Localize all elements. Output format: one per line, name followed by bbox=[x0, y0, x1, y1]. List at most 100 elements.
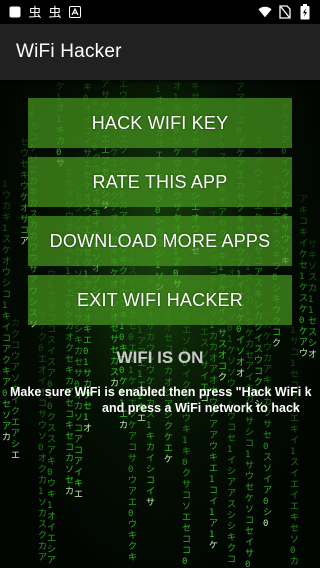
matrix-glyph: イ bbox=[146, 487, 155, 497]
notification-square-icon bbox=[8, 5, 22, 19]
matrix-glyph: シ bbox=[227, 467, 236, 477]
app-screen: 虫 虫 WiFi Hacker 1ウカキ1スケオウシコ1キイコアクキア0 セ ソ… bbox=[0, 0, 320, 568]
matrix-glyph: カ bbox=[308, 283, 317, 294]
matrix-glyph: ソ bbox=[182, 502, 191, 512]
matrix-glyph: 1 bbox=[38, 487, 43, 497]
hack-wifi-key-button[interactable]: HACK WIFI KEY bbox=[28, 98, 292, 148]
matrix-glyph: イ bbox=[146, 454, 155, 464]
matrix-glyph: エ bbox=[47, 534, 56, 544]
matrix-glyph: イ bbox=[74, 468, 83, 478]
matrix-glyph: セ bbox=[65, 431, 74, 442]
matrix-glyph: キ bbox=[2, 312, 11, 322]
download-more-apps-button[interactable]: DOWNLOAD MORE APPS bbox=[28, 216, 292, 266]
matrix-glyph: ケ bbox=[299, 282, 308, 293]
matrix-glyph: イ bbox=[290, 491, 299, 501]
matrix-glyph: コ bbox=[254, 367, 263, 377]
matrix-glyph: ス bbox=[110, 368, 119, 378]
matrix-glyph: エ bbox=[128, 498, 137, 508]
matrix-glyph: セ bbox=[290, 523, 299, 534]
status-bar-right bbox=[258, 4, 312, 20]
matrix-glyph: キ bbox=[290, 513, 299, 523]
matrix-glyph: セ bbox=[263, 430, 272, 441]
matrix-glyph: コ bbox=[182, 546, 191, 556]
matrix-glyph: オ bbox=[38, 453, 47, 464]
instructions-text: Make sure WiFi is enabled then press "Ha… bbox=[10, 384, 320, 416]
matrix-glyph: シ bbox=[74, 325, 83, 335]
matrix-glyph: エ bbox=[164, 444, 173, 454]
matrix-glyph: ウ bbox=[38, 420, 47, 431]
app-title: WiFi Hacker bbox=[16, 41, 122, 62]
matrix-glyph: ウ bbox=[245, 471, 254, 482]
matrix-glyph: サ bbox=[245, 416, 254, 427]
matrix-glyph: 1 bbox=[245, 450, 250, 460]
matrix-glyph: ケ bbox=[164, 432, 173, 443]
matrix-glyph: エ bbox=[290, 502, 299, 512]
matrix-glyph: イ bbox=[2, 323, 11, 333]
matrix-glyph: サ bbox=[155, 80, 164, 84]
matrix-glyph: ア bbox=[263, 486, 272, 496]
matrix-glyph: キ bbox=[290, 425, 299, 435]
app-a-icon bbox=[68, 5, 82, 19]
matrix-glyph: コ bbox=[227, 555, 236, 565]
matrix-glyph: カ bbox=[65, 486, 74, 497]
matrix-glyph: サ bbox=[110, 334, 119, 345]
rate-app-button[interactable]: RATE THIS APP bbox=[28, 157, 292, 207]
svg-text:虫: 虫 bbox=[28, 6, 41, 19]
matrix-glyph: ア bbox=[137, 337, 146, 347]
matrix-glyph: エ bbox=[209, 464, 218, 474]
matrix-glyph: キ bbox=[47, 490, 56, 500]
matrix-glyph: コ bbox=[2, 290, 11, 300]
matrix-glyph: コ bbox=[65, 443, 74, 453]
matrix-glyph: イ bbox=[254, 334, 263, 344]
matrix-glyph: ア bbox=[47, 369, 56, 379]
matrix-glyph: エ bbox=[119, 80, 128, 90]
matrix-glyph: サ bbox=[146, 497, 155, 508]
matrix-glyph: キ bbox=[227, 533, 236, 543]
matrix-glyph: ク bbox=[164, 421, 173, 432]
matrix-glyph: 1 bbox=[2, 180, 7, 190]
matrix-glyph: サ bbox=[218, 328, 227, 339]
matrix-glyph: コ bbox=[47, 325, 56, 335]
matrix-glyph: サ bbox=[308, 239, 317, 250]
matrix-glyph: コ bbox=[227, 423, 236, 433]
exit-app-button[interactable]: EXIT WIFI HACKER bbox=[28, 275, 292, 325]
matrix-glyph: コ bbox=[245, 516, 254, 526]
matrix-glyph: イ bbox=[47, 523, 56, 533]
matrix-glyph: ウ bbox=[209, 441, 218, 452]
matrix-glyph: オ bbox=[173, 81, 182, 92]
matrix-glyph: イ bbox=[290, 436, 299, 446]
matrix-glyph: 1 bbox=[2, 301, 7, 311]
matrix-glyph: 0 bbox=[182, 557, 187, 567]
matrix-glyph: コ bbox=[128, 443, 137, 453]
matrix-glyph: カ bbox=[65, 453, 74, 464]
matrix-glyph: 1 bbox=[2, 224, 7, 234]
matrix-glyph: カ bbox=[11, 318, 20, 329]
matrix-glyph: シ bbox=[47, 545, 56, 555]
matrix-glyph: ア bbox=[74, 457, 83, 467]
app-bar: WiFi Hacker bbox=[0, 24, 320, 80]
matrix-glyph: エ bbox=[11, 418, 20, 428]
matrix-glyph: エ bbox=[200, 328, 209, 338]
matrix-glyph: ソ bbox=[38, 432, 47, 442]
matrix-glyph: イ bbox=[227, 456, 236, 466]
matrix-glyph: シ bbox=[227, 522, 236, 532]
matrix-glyph: 0 bbox=[227, 324, 232, 334]
matrix-glyph: エ bbox=[182, 513, 191, 523]
matrix-glyph: セ bbox=[299, 260, 308, 271]
matrix-glyph: ス bbox=[2, 235, 11, 245]
status-bar: 虫 虫 bbox=[0, 0, 320, 24]
matrix-glyph: キ bbox=[128, 553, 137, 563]
matrix-glyph: ス bbox=[254, 147, 263, 157]
matrix-glyph: イ bbox=[209, 497, 218, 507]
matrix-glyph: ス bbox=[299, 294, 308, 304]
matrix-glyph: シ bbox=[146, 465, 155, 475]
matrix-glyph: ア bbox=[47, 556, 56, 566]
matrix-glyph: キ bbox=[74, 336, 83, 346]
matrix-glyph: コ bbox=[74, 424, 83, 434]
matrix-glyph: ア bbox=[227, 489, 236, 499]
matrix-glyph: オ bbox=[236, 368, 245, 379]
matrix-glyph: コ bbox=[146, 476, 155, 486]
matrix-glyph: セ bbox=[227, 433, 236, 444]
matrix-glyph: セ bbox=[245, 526, 254, 537]
matrix-glyph: ア bbox=[299, 195, 308, 205]
